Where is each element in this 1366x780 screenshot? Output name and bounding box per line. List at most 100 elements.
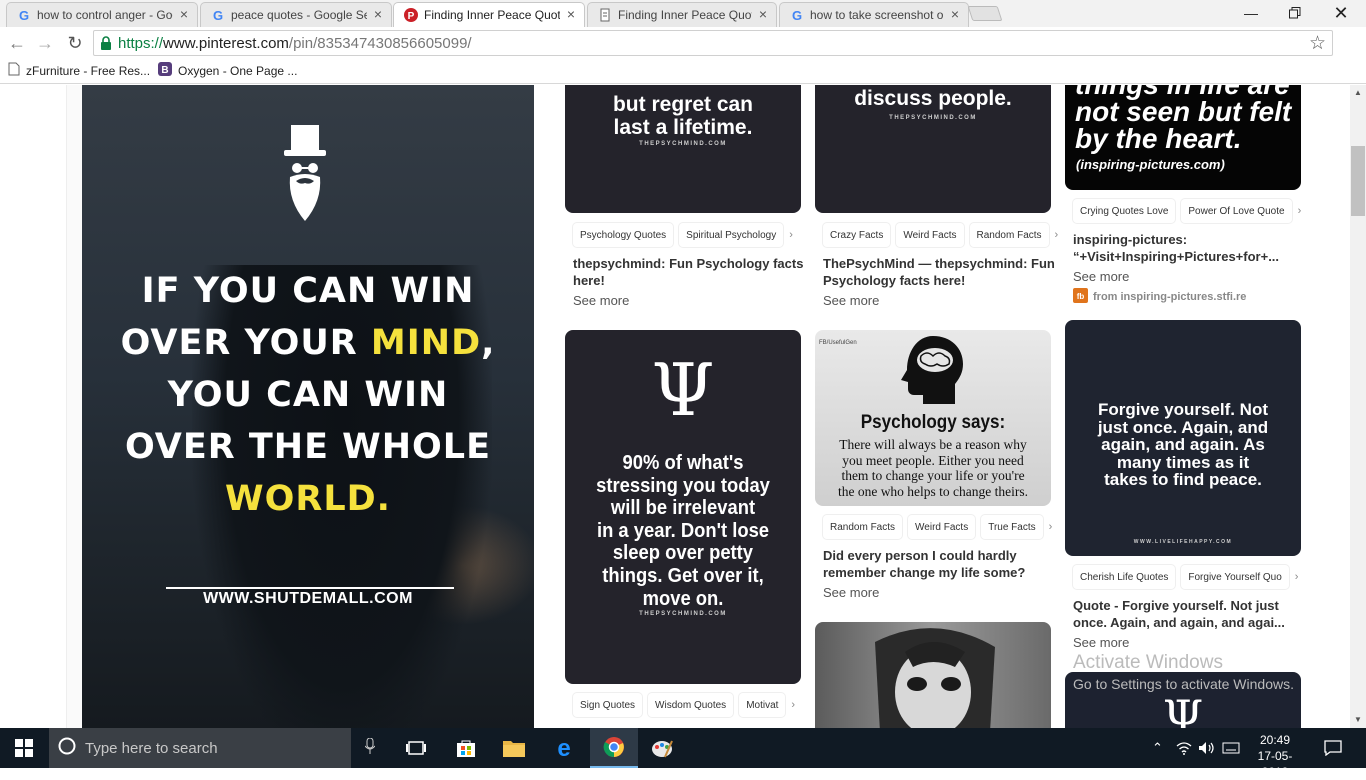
pin-card-joker[interactable] (815, 622, 1051, 728)
tag-chip[interactable]: Weird Facts (908, 515, 976, 539)
file-explorer-icon[interactable] (490, 728, 538, 768)
pin-card-discuss[interactable]: discuss people. THEPSYCHMIND.COM (815, 85, 1051, 213)
close-tab-icon[interactable]: × (371, 7, 385, 22)
see-more-link[interactable]: See more (823, 293, 879, 308)
back-arrow-icon[interactable]: ← (5, 31, 29, 55)
bookmark-oxygen[interactable]: B Oxygen - One Page ... (158, 62, 297, 79)
paint-icon[interactable] (638, 728, 686, 768)
tag-chip[interactable]: Cherish Life Quotes (1073, 565, 1176, 589)
chevron-right-icon[interactable]: › (1049, 521, 1053, 533)
close-tab-icon[interactable]: × (564, 7, 578, 22)
microphone-icon[interactable] (364, 737, 376, 759)
tag-chip[interactable]: Random Facts (823, 515, 903, 539)
tag-chip[interactable]: Psychology Quotes (573, 223, 674, 247)
restore-icon[interactable] (1272, 0, 1318, 26)
tab-title: how to take screenshot on (810, 8, 944, 22)
chevron-right-icon[interactable]: › (1295, 571, 1299, 583)
chevron-right-icon[interactable]: › (1055, 229, 1059, 241)
close-tab-icon[interactable]: × (756, 7, 770, 22)
action-center-icon[interactable] (1324, 728, 1342, 768)
scrollbar-thumb[interactable] (1351, 146, 1365, 216)
see-more-link[interactable]: See more (1073, 635, 1129, 650)
tag-chip[interactable]: Motivat (739, 693, 786, 717)
tag-chip[interactable]: Weird Facts (896, 223, 964, 247)
bookmark-star-icon[interactable]: ☆ (1309, 32, 1326, 55)
tag-chip[interactable]: Forgive Yourself Quo (1181, 565, 1289, 589)
tab-control-anger[interactable]: G how to control anger - Goo × (6, 2, 198, 27)
pin-card-stress[interactable]: Ψ 90% of what's stressing you today will… (565, 330, 801, 684)
show-hidden-icons-chevron-icon[interactable]: ⌃ (1152, 728, 1163, 768)
tag-chip[interactable]: Crazy Facts (823, 223, 891, 247)
chrome-icon[interactable] (590, 728, 638, 768)
forward-arrow-icon[interactable]: → (33, 31, 57, 55)
taskbar-search-box[interactable]: Type here to search (49, 728, 376, 768)
svg-text:B: B (161, 65, 168, 76)
pin-source[interactable]: fb from inspiring-pictures.stfi.re (1073, 288, 1246, 306)
url-text: https://www.pinterest.com/pin/8353474308… (118, 34, 472, 52)
tag-row: Crying Quotes Love Power Of Love Quote › (1073, 198, 1301, 224)
pin-description[interactable]: Did every person I could hardly remember… (823, 547, 1059, 581)
pin-text: you meet people. Either you need (842, 452, 1024, 468)
pin-text: discuss people. (854, 87, 1012, 110)
close-tab-icon[interactable]: × (177, 7, 191, 22)
tag-chip[interactable]: True Facts (981, 515, 1043, 539)
pin-description[interactable]: inspiring-pictures: “+Visit+Inspiring+Pi… (1073, 231, 1309, 265)
windows-taskbar: Type here to search e ⌃ 20:49 17-05-2018 (0, 728, 1366, 779)
tag-chip[interactable]: Power Of Love Quote (1181, 199, 1292, 223)
pin-watermark: THEPSYCHMIND.COM (639, 611, 727, 617)
tab-inner-peace-active[interactable]: P Finding Inner Peace Quote × (393, 2, 585, 27)
tab-inner-peace-2[interactable]: Finding Inner Peace Quote × (587, 2, 777, 27)
windows-start-icon[interactable] (0, 728, 48, 768)
pin-description[interactable]: ThePsychMind — thepsychmind: Fun Psychol… (823, 255, 1059, 289)
close-tab-icon[interactable]: × (948, 7, 962, 22)
main-pin-image[interactable]: IF YOU CAN WIN OVER YOUR MIND, YOU CAN W… (82, 85, 534, 728)
close-window-icon[interactable]: ✕ (1318, 0, 1364, 26)
tag-row: Crazy Facts Weird Facts Random Facts › (823, 222, 1058, 248)
tab-screenshot[interactable]: G how to take screenshot on × (779, 2, 969, 27)
pin-card-forgive[interactable]: Forgive yourself. Not just once. Again, … (1065, 320, 1301, 556)
browser-toolbar: ← → ↻ https://www.pinterest.com/pin/8353… (0, 27, 1366, 77)
see-more-link[interactable]: See more (1073, 269, 1129, 284)
pin-text: many times as it (1116, 452, 1250, 472)
reload-icon[interactable]: ↻ (63, 31, 87, 55)
tag-chip[interactable]: Spiritual Psychology (679, 223, 784, 247)
tag-chip[interactable]: Sign Quotes (573, 693, 643, 717)
see-more-link[interactable]: See more (573, 293, 629, 308)
pin-text: but regret can (612, 93, 754, 116)
tab-peace-quotes[interactable]: G peace quotes - Google Sea × (200, 2, 392, 27)
scroll-up-arrow-icon[interactable]: ▲ (1350, 86, 1366, 100)
main-quote: IF YOU CAN WIN OVER YOUR MIND, YOU CAN W… (120, 271, 496, 519)
see-more-link[interactable]: See more (823, 585, 879, 600)
input-method-icon[interactable] (1222, 728, 1240, 768)
tag-chip[interactable]: Wisdom Quotes (648, 693, 734, 717)
task-view-icon[interactable] (392, 728, 440, 768)
pin-watermark: WWW.LIVELIFEHAPPY.COM (1133, 539, 1233, 545)
minimize-icon[interactable]: — (1228, 0, 1274, 26)
address-bar[interactable]: https://www.pinterest.com/pin/8353474308… (93, 30, 1333, 56)
bookmark-zfurniture[interactable]: zFurniture - Free Res... (8, 62, 150, 79)
pin-description[interactable]: thepsychmind: Fun Psychology facts here! (573, 255, 809, 289)
pin-card-felt-by-heart[interactable]: things in life are not seen but felt by … (1065, 85, 1301, 190)
tag-chip[interactable]: Crying Quotes Love (1073, 199, 1176, 223)
system-clock[interactable]: 20:49 17-05-2018 (1245, 732, 1305, 780)
new-tab-button[interactable] (967, 6, 1003, 21)
chevron-right-icon[interactable]: › (791, 699, 795, 711)
svg-text:G: G (213, 8, 223, 22)
pin-card-psychology-says[interactable]: FB/UsefulGen Psychology says: There will… (815, 330, 1051, 506)
scroll-down-arrow-icon[interactable]: ▼ (1350, 713, 1366, 727)
source-favicon-icon: fb (1073, 288, 1088, 306)
wifi-icon[interactable] (1176, 728, 1192, 768)
chevron-right-icon[interactable]: › (1298, 205, 1302, 217)
pinterest-icon: P (404, 8, 418, 22)
tag-chip[interactable]: Random Facts (969, 223, 1049, 247)
tab-strip: G how to control anger - Goo × G peace q… (0, 0, 1366, 27)
volume-icon[interactable] (1198, 728, 1216, 768)
pin-card-regret[interactable]: but regret can last a lifetime. THEPSYCH… (565, 85, 801, 213)
pin-text: takes to find peace. (1104, 470, 1262, 490)
store-icon[interactable] (442, 728, 490, 768)
psi-symbol: Ψ (1162, 690, 1204, 728)
pin-text: just once. Again, and (1097, 417, 1269, 437)
chevron-right-icon[interactable]: › (789, 229, 793, 241)
pin-description[interactable]: Quote - Forgive yourself. Not just once.… (1073, 597, 1309, 631)
edge-browser-icon[interactable]: e (540, 728, 588, 768)
